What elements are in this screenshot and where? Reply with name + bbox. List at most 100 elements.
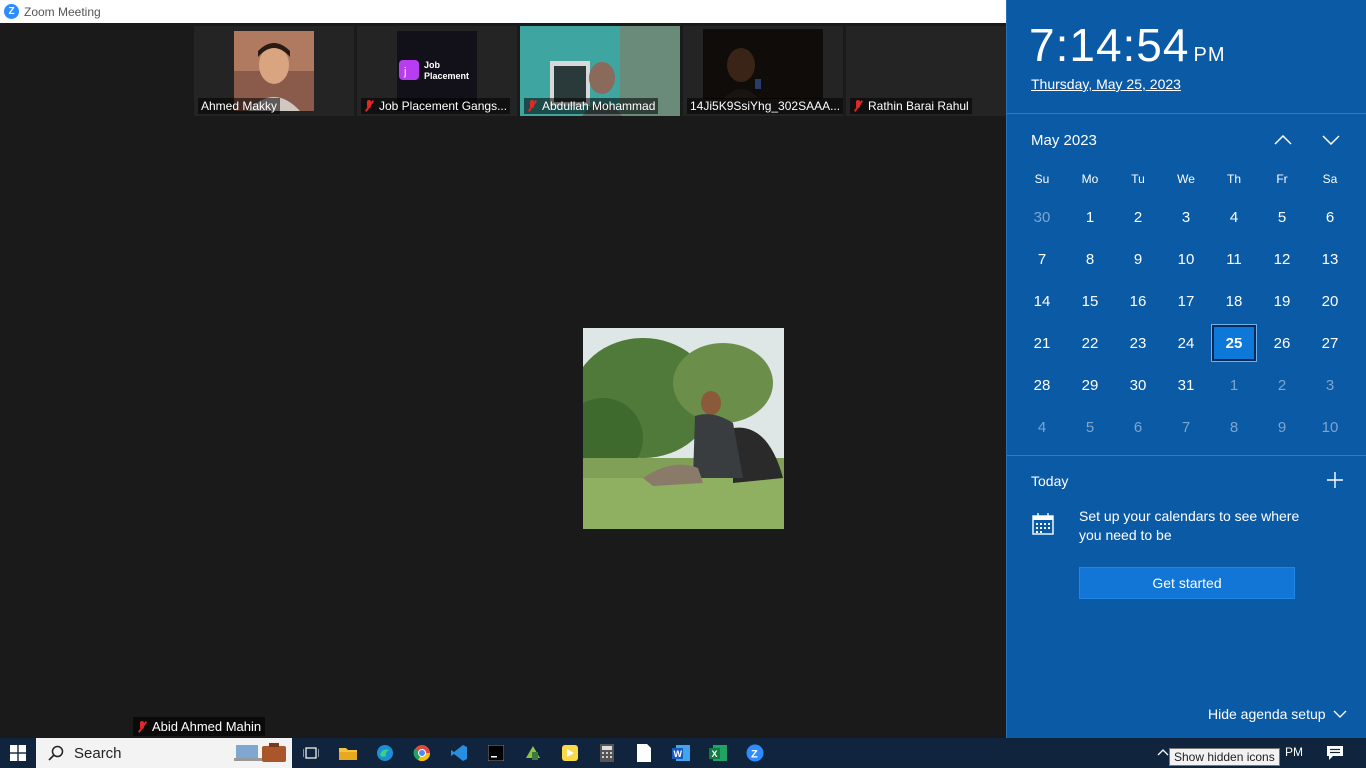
calendar-day[interactable]: 31: [1164, 367, 1208, 403]
calendar-day[interactable]: 7: [1164, 409, 1208, 445]
app-icon[interactable]: [514, 738, 551, 768]
clock-display: 7:14:54 PM: [1029, 18, 1225, 72]
divider: [1007, 455, 1366, 456]
calendar-day[interactable]: 7: [1020, 241, 1064, 277]
calendar-day[interactable]: 3: [1164, 199, 1208, 235]
participant-tile[interactable]: 14Ji5K9SsiYhg_302SAAA...: [683, 26, 843, 116]
active-speaker-name-label: Abid Ahmed Mahin: [133, 717, 266, 736]
calendar-day[interactable]: 17: [1164, 283, 1208, 319]
participant-tile[interactable]: j Job Placement Job Placement Gangs...: [357, 26, 517, 116]
calendar-day[interactable]: 10: [1308, 409, 1352, 445]
calendar-day-today[interactable]: 25: [1211, 324, 1257, 362]
vscode-icon[interactable]: [440, 738, 477, 768]
show-hidden-icons-chevron-icon[interactable]: [1157, 745, 1169, 761]
svg-text:Z: Z: [751, 749, 758, 761]
calendar-day[interactable]: 2: [1116, 199, 1160, 235]
notepad-glyph: [636, 744, 651, 762]
calendar-day[interactable]: 18: [1212, 283, 1256, 319]
window-title: Zoom Meeting: [24, 4, 101, 19]
start-button[interactable]: [0, 738, 36, 768]
participant-name-label: Rathin Barai Rahul: [850, 98, 972, 114]
weekday-header: Su: [1034, 172, 1050, 186]
search-icon: [48, 745, 64, 761]
date-link[interactable]: Thursday, May 25, 2023: [1031, 76, 1181, 92]
calendar-icon: [1032, 513, 1054, 535]
get-started-button[interactable]: Get started: [1079, 567, 1295, 599]
weekday-header: Mo: [1081, 172, 1099, 186]
calendar-day[interactable]: 3: [1308, 367, 1352, 403]
notepad-icon[interactable]: [625, 738, 662, 768]
participant-tile[interactable]: Ahmed Makky: [194, 26, 354, 116]
calendar-day[interactable]: 1: [1068, 199, 1112, 235]
calendar-day[interactable]: 19: [1260, 283, 1304, 319]
sticky-icon[interactable]: [551, 738, 588, 768]
task-view-glyph: [302, 747, 319, 759]
calendar-day[interactable]: 26: [1260, 325, 1304, 361]
word-glyph: W: [671, 745, 690, 761]
calendar-day[interactable]: 24: [1164, 325, 1208, 361]
weekday-header: Fr: [1276, 172, 1288, 186]
file-explorer-icon[interactable]: [329, 738, 366, 768]
calendar-day[interactable]: 5: [1068, 409, 1112, 445]
calendar-day[interactable]: 23: [1116, 325, 1160, 361]
calendar-day[interactable]: 22: [1068, 325, 1112, 361]
calendar-day[interactable]: 1: [1212, 367, 1256, 403]
folder-glyph: [338, 748, 357, 760]
calendar-day[interactable]: 9: [1260, 409, 1304, 445]
calendar-day[interactable]: 4: [1020, 409, 1064, 445]
intellij-icon[interactable]: [477, 738, 514, 768]
search-box[interactable]: Search: [36, 738, 292, 768]
calendar-day[interactable]: 30: [1020, 199, 1064, 235]
svg-text:X: X: [711, 749, 717, 759]
zoom-icon[interactable]: Z: [736, 738, 773, 768]
month-label[interactable]: May 2023: [1031, 132, 1097, 149]
calendar-day[interactable]: 30: [1116, 367, 1160, 403]
calendar-day[interactable]: 9: [1116, 241, 1160, 277]
vscode-glyph: [450, 745, 467, 761]
previous-month-button[interactable]: [1268, 126, 1298, 154]
calendar-day[interactable]: 4: [1212, 199, 1256, 235]
hide-agenda-label: Hide agenda setup: [1208, 706, 1326, 722]
hide-agenda-button[interactable]: Hide agenda setup: [1208, 706, 1347, 722]
participant-video: [703, 29, 823, 99]
action-center-button[interactable]: [1320, 738, 1350, 768]
calendar-day[interactable]: 21: [1020, 325, 1064, 361]
calendar-day[interactable]: 14: [1020, 283, 1064, 319]
calendar-day[interactable]: 11: [1212, 241, 1256, 277]
calendar-day[interactable]: 20: [1308, 283, 1352, 319]
word-icon[interactable]: W: [662, 738, 699, 768]
edge-icon[interactable]: [366, 738, 403, 768]
next-month-button[interactable]: [1316, 126, 1346, 154]
excel-icon[interactable]: X: [699, 738, 736, 768]
calendar-day[interactable]: 12: [1260, 241, 1304, 277]
calendar-day[interactable]: 10: [1164, 241, 1208, 277]
calendar-day[interactable]: 28: [1020, 367, 1064, 403]
svg-text:Job: Job: [424, 60, 441, 70]
calendar-day[interactable]: 2: [1260, 367, 1304, 403]
calculator-icon[interactable]: [588, 738, 625, 768]
chevron-down-icon: [1322, 135, 1340, 145]
search-label: Search: [74, 744, 122, 762]
participant-tile[interactable]: Abdullah Mohammad: [520, 26, 680, 116]
calendar-day[interactable]: 5: [1260, 199, 1304, 235]
calendar-day[interactable]: 8: [1212, 409, 1256, 445]
chrome-icon[interactable]: [403, 738, 440, 768]
agenda-setup-text: Set up your calendars to see where you n…: [1079, 508, 1300, 543]
calendar-day[interactable]: 15: [1068, 283, 1112, 319]
svg-text:Placement: Placement: [424, 71, 469, 81]
taskbar-clock[interactable]: PM: [1285, 745, 1303, 759]
calendar-day[interactable]: 8: [1068, 241, 1112, 277]
participant-tile[interactable]: Rathin Barai Rahul: [846, 26, 1006, 116]
task-view-icon[interactable]: [292, 738, 329, 768]
calendar-day[interactable]: 6: [1308, 199, 1352, 235]
zoom-meeting-stage: Ahmed Makky j Job Placement Job Placemen…: [0, 23, 1006, 738]
calendar-day[interactable]: 6: [1116, 409, 1160, 445]
calendar-day[interactable]: 13: [1308, 241, 1352, 277]
notification-icon: [1327, 746, 1343, 760]
zoom-title-bar: Z Zoom Meeting: [0, 0, 1006, 23]
calendar-day[interactable]: 29: [1068, 367, 1112, 403]
calendar-day[interactable]: 16: [1116, 283, 1160, 319]
weekday-header: Sa: [1322, 172, 1338, 186]
calendar-day[interactable]: 27: [1308, 325, 1352, 361]
add-event-icon[interactable]: [1325, 470, 1345, 490]
